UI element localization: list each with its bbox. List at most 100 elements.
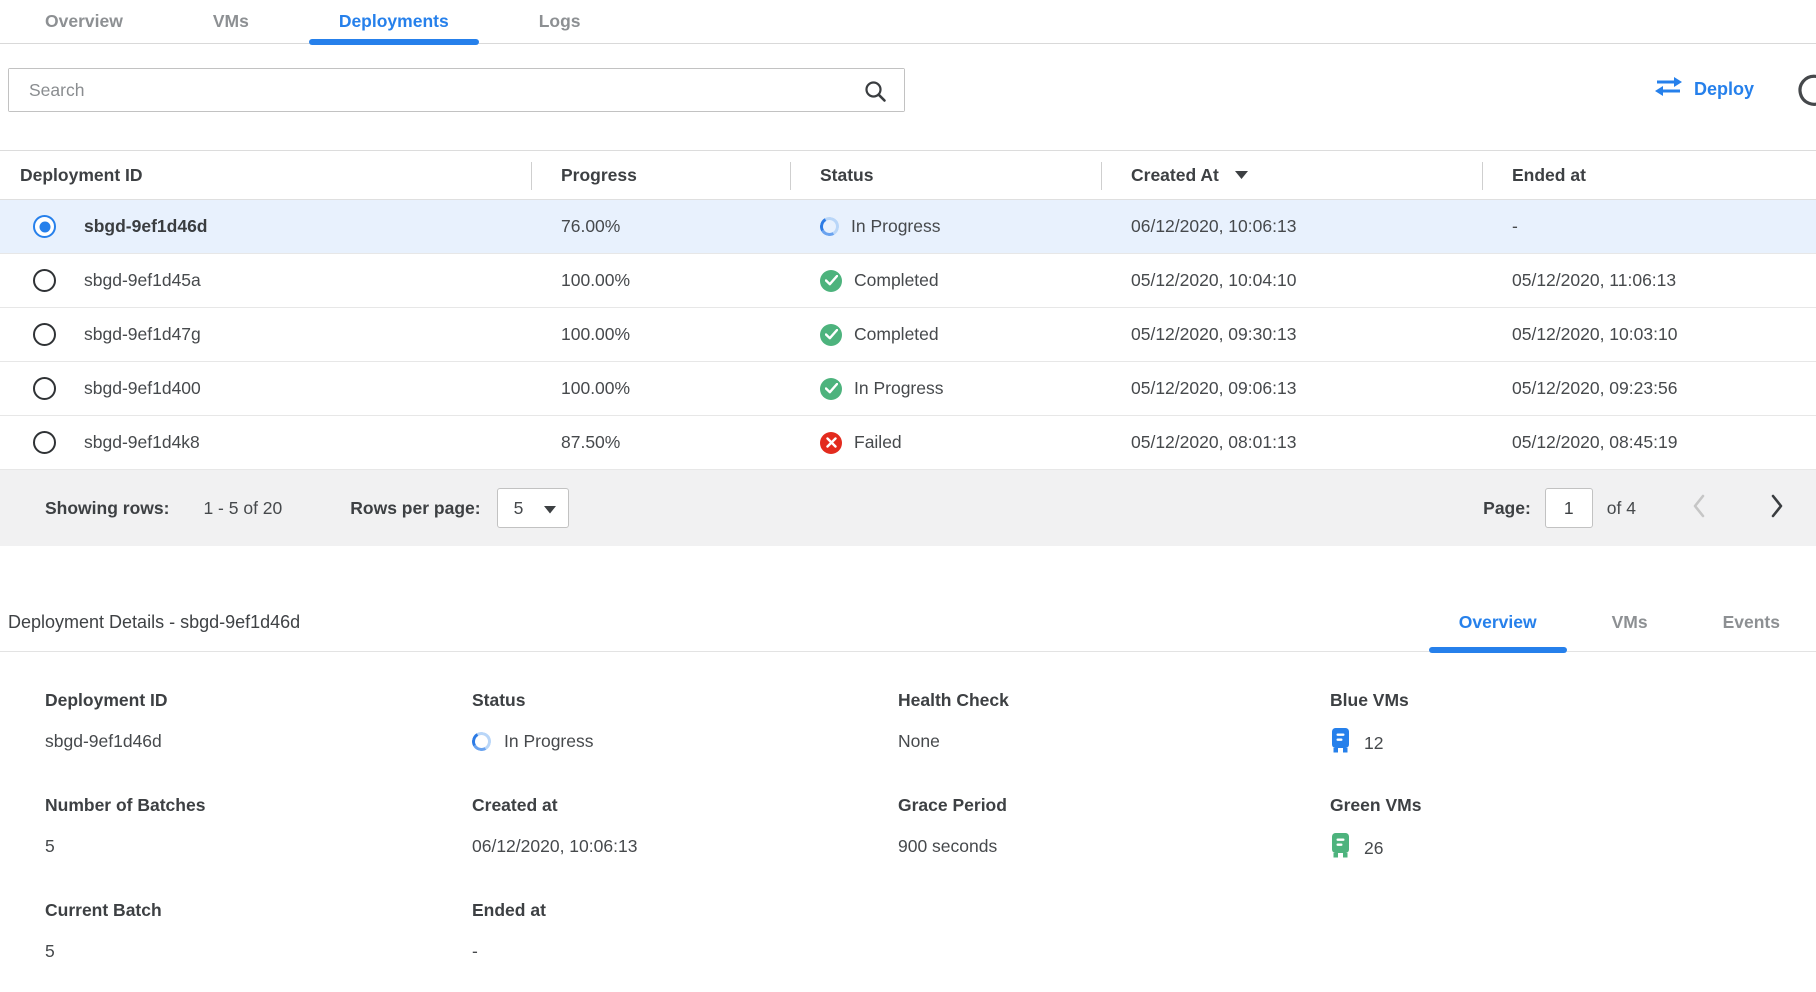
cell-status: In Progress [790, 216, 1101, 237]
field-green-vms: Green VMs 26 [1330, 795, 1816, 864]
column-header-ended-at[interactable]: Ended at [1482, 151, 1816, 199]
deployment-id-text: sbgd-9ef1d4k8 [84, 432, 200, 453]
cell-progress: 100.00% [531, 324, 790, 345]
table-row[interactable]: sbgd-9ef1d4k8 87.50% Failed 05/12/2020, … [0, 416, 1816, 470]
swap-arrows-icon [1655, 76, 1682, 102]
radio-button[interactable] [33, 431, 56, 454]
cell-progress: 87.50% [531, 432, 790, 453]
showing-rows-value: 1 - 5 of 20 [203, 498, 282, 519]
field-deployment-id: Deployment ID sbgd-9ef1d46d [45, 690, 472, 759]
cell-created-at: 05/12/2020, 09:30:13 [1101, 324, 1482, 345]
page-number-input[interactable] [1545, 488, 1593, 528]
tab-vms[interactable]: VMs [183, 0, 279, 43]
cell-ended-at: 05/12/2020, 10:03:10 [1482, 324, 1816, 345]
details-tab-bar: Overview VMs Events [1414, 612, 1816, 651]
details-grid: Deployment ID sbgd-9ef1d46d Status In Pr… [0, 652, 1816, 964]
cell-created-at: 06/12/2020, 10:06:13 [1101, 216, 1482, 237]
rows-per-page-label: Rows per page: [350, 498, 480, 519]
rows-per-page-value: 5 [514, 498, 524, 519]
cell-ended-at: 05/12/2020, 09:23:56 [1482, 378, 1816, 399]
details-tab-events[interactable]: Events [1693, 612, 1810, 651]
cell-deployment-id: sbgd-9ef1d46d [0, 215, 531, 238]
refresh-button[interactable] [1795, 72, 1816, 115]
search-input[interactable] [9, 69, 904, 111]
next-page-button[interactable] [1766, 493, 1788, 524]
table-row[interactable]: sbgd-9ef1d400 100.00% In Progress 05/12/… [0, 362, 1816, 416]
cell-progress: 100.00% [531, 270, 790, 291]
cell-created-at: 05/12/2020, 09:06:13 [1101, 378, 1482, 399]
spinner-icon [470, 729, 493, 752]
previous-page-button[interactable] [1688, 493, 1710, 524]
check-circle-icon [820, 270, 842, 292]
radio-button[interactable] [33, 323, 56, 346]
field-grace-period: Grace Period 900 seconds [898, 795, 1330, 864]
deployment-id-text: sbgd-9ef1d45a [84, 270, 201, 291]
toolbar: Deploy [0, 68, 1816, 112]
deployment-id-text: sbgd-9ef1d46d [84, 216, 208, 237]
tab-deployments[interactable]: Deployments [309, 0, 479, 43]
column-header-progress[interactable]: Progress [531, 151, 790, 199]
column-header-created-at[interactable]: Created At [1101, 151, 1482, 199]
cell-ended-at: - [1482, 216, 1816, 237]
deployment-id-text: sbgd-9ef1d400 [84, 378, 201, 399]
tab-label: Deployments [339, 11, 449, 32]
field-blue-vms: Blue VMs 12 [1330, 690, 1816, 759]
details-header: Deployment Details - sbgd-9ef1d46d Overv… [0, 588, 1816, 652]
cell-deployment-id: sbgd-9ef1d45a [0, 269, 531, 292]
cell-deployment-id: sbgd-9ef1d47g [0, 323, 531, 346]
cell-status: In Progress [790, 378, 1101, 400]
vm-green-icon [1330, 833, 1351, 864]
radio-button[interactable] [33, 215, 56, 238]
field-status: Status In Progress [472, 690, 898, 759]
deployments-table: Deployment ID Progress Status Created At… [0, 150, 1816, 546]
column-header-status[interactable]: Status [790, 151, 1101, 199]
table-row[interactable]: sbgd-9ef1d45a 100.00% Completed 05/12/20… [0, 254, 1816, 308]
field-health-check: Health Check None [898, 690, 1330, 759]
spinner-icon [818, 215, 841, 238]
cell-ended-at: 05/12/2020, 11:06:13 [1482, 270, 1816, 291]
table-pagination-bar: Showing rows: 1 - 5 of 20 Rows per page:… [0, 470, 1816, 546]
showing-rows-label: Showing rows: [45, 498, 169, 519]
table-row[interactable]: sbgd-9ef1d47g 100.00% Completed 05/12/20… [0, 308, 1816, 362]
tab-label: Logs [539, 11, 581, 32]
details-tab-overview[interactable]: Overview [1429, 612, 1567, 651]
field-number-of-batches: Number of Batches 5 [45, 795, 472, 864]
tab-overview[interactable]: Overview [15, 0, 153, 43]
page-label: Page: [1483, 498, 1531, 519]
radio-button[interactable] [33, 269, 56, 292]
table-row[interactable]: sbgd-9ef1d46d 76.00% In Progress 06/12/2… [0, 200, 1816, 254]
rows-per-page-select[interactable]: 5 [497, 488, 569, 528]
search-icon [863, 79, 888, 109]
details-title: Deployment Details - sbgd-9ef1d46d [0, 612, 300, 651]
details-tab-vms[interactable]: VMs [1582, 612, 1678, 651]
cell-ended-at: 05/12/2020, 08:45:19 [1482, 432, 1816, 453]
cell-progress: 76.00% [531, 216, 790, 237]
cell-created-at: 05/12/2020, 08:01:13 [1101, 432, 1482, 453]
column-header-deployment-id[interactable]: Deployment ID [0, 151, 531, 199]
check-circle-icon [820, 324, 842, 346]
radio-button[interactable] [33, 377, 56, 400]
deploy-button[interactable]: Deploy [1655, 76, 1754, 102]
tab-label: VMs [213, 11, 249, 32]
x-circle-icon [820, 432, 842, 454]
page-total: of 4 [1607, 498, 1636, 519]
cell-deployment-id: sbgd-9ef1d4k8 [0, 431, 531, 454]
field-current-batch: Current Batch 5 [45, 900, 472, 964]
sort-descending-icon[interactable] [1235, 171, 1248, 179]
main-tab-bar: Overview VMs Deployments Logs [0, 0, 1816, 44]
table-header-row: Deployment ID Progress Status Created At… [0, 150, 1816, 200]
deploy-label: Deploy [1694, 79, 1754, 100]
field-ended-at: Ended at - [472, 900, 898, 964]
vm-blue-icon [1330, 728, 1351, 759]
chevron-down-icon [544, 498, 556, 519]
cell-status: Completed [790, 270, 1101, 292]
cell-deployment-id: sbgd-9ef1d400 [0, 377, 531, 400]
search-box [8, 68, 905, 112]
check-circle-icon [820, 378, 842, 400]
tab-label: Overview [45, 11, 123, 32]
tab-logs[interactable]: Logs [509, 0, 611, 43]
field-created-at: Created at 06/12/2020, 10:06:13 [472, 795, 898, 864]
cell-status: Failed [790, 432, 1101, 454]
deployment-id-text: sbgd-9ef1d47g [84, 324, 201, 345]
cell-created-at: 05/12/2020, 10:04:10 [1101, 270, 1482, 291]
